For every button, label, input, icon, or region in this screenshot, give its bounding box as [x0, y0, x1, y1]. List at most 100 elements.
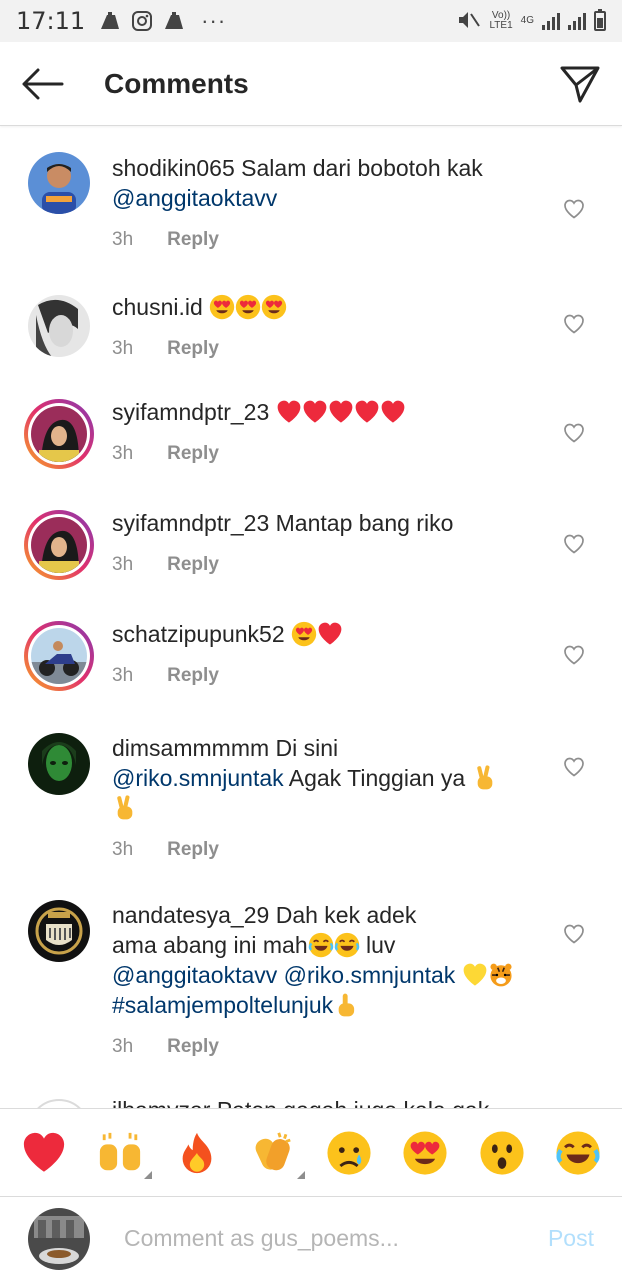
emoji-quick-bar — [0, 1108, 622, 1196]
mention-link[interactable]: @anggitaoktavv — [112, 185, 277, 211]
reply-button[interactable]: Reply — [167, 439, 219, 469]
like-heart-icon[interactable] — [562, 421, 586, 445]
heart-eyes-icon — [209, 294, 235, 320]
pointing-up-icon — [333, 992, 359, 1018]
emoji-button-fire[interactable] — [169, 1125, 225, 1181]
avatar[interactable] — [28, 733, 90, 795]
comment-text: chusni.id — [112, 292, 542, 322]
mention-link[interactable]: @riko.smnjuntak — [112, 765, 284, 791]
comment-time: 3h — [112, 443, 134, 464]
emoji-button-heart-eyes[interactable] — [397, 1125, 453, 1181]
system-icons: Vo)) LTE1 4G — [457, 9, 606, 33]
comment-username[interactable]: nandatesya_29 — [112, 902, 269, 928]
comment-body: schatzipupunk52 3h Reply — [112, 619, 542, 691]
avatar-story-ring[interactable] — [24, 621, 94, 691]
heart-eyes-icon — [402, 1130, 448, 1176]
yellow-heart-icon — [462, 962, 488, 988]
direct-share-button[interactable] — [538, 42, 622, 126]
network-type: 4G — [520, 15, 534, 26]
mention-link[interactable]: @riko.smnjuntak — [284, 962, 456, 988]
emoji-button-clapping-hands[interactable] — [245, 1125, 305, 1181]
notification-icons: ··· — [99, 8, 226, 34]
comment-meta: 3h Reply — [112, 225, 542, 255]
comment-time: 3h — [112, 229, 134, 250]
comment-body: ilhamyzar Paten gagah juga kala gak — [112, 1095, 542, 1108]
avatar — [31, 628, 87, 684]
notification-app-icon — [99, 11, 121, 31]
comment-composer: Post — [0, 1196, 622, 1280]
avatar[interactable] — [28, 152, 90, 214]
like-heart-icon[interactable] — [562, 197, 586, 221]
fire-icon — [174, 1130, 220, 1176]
header: Comments — [0, 42, 622, 126]
comment-username[interactable]: ilhamyzar — [112, 1097, 210, 1108]
clapping-hands-icon — [250, 1130, 296, 1176]
status-time: 17:11 — [16, 7, 86, 35]
comment-text: syifamndptr_23 Mantap bang riko — [112, 510, 454, 536]
red-heart-icon — [276, 399, 302, 425]
avatar[interactable] — [28, 1099, 90, 1108]
reply-button[interactable]: Reply — [167, 835, 219, 865]
signal-icon-2 — [568, 12, 586, 30]
emoji-button-crying-face[interactable] — [321, 1125, 377, 1181]
comment-username[interactable]: dimsammmmm — [112, 735, 269, 761]
like-heart-icon[interactable] — [562, 922, 586, 946]
comment-username[interactable]: shodikin065 — [112, 155, 235, 181]
red-heart-icon — [380, 399, 406, 425]
like-heart-icon[interactable] — [562, 312, 586, 336]
comment-input[interactable] — [124, 1225, 504, 1252]
emoji-button-hushed-face[interactable] — [474, 1125, 530, 1181]
skin-tone-indicator — [296, 1170, 305, 1179]
like-heart-icon[interactable] — [562, 755, 586, 779]
mention-link[interactable]: @anggitaoktavv — [112, 962, 277, 988]
victory-hand-icon — [112, 795, 138, 821]
comments-list[interactable]: shodikin065 Salam dari bobotoh kak @anggi… — [0, 127, 622, 1108]
post-button[interactable]: Post — [548, 1225, 594, 1252]
heart-eyes-icon — [235, 294, 261, 320]
raising-hands-icon — [97, 1130, 143, 1176]
hashtag-link[interactable]: #salamjempoltelunjuk — [112, 992, 333, 1018]
comment-username[interactable]: syifamndptr_23 — [112, 510, 269, 536]
reply-button[interactable]: Reply — [167, 334, 219, 364]
like-heart-icon[interactable] — [562, 643, 586, 667]
reply-button[interactable]: Reply — [167, 550, 219, 580]
avatar[interactable] — [28, 900, 90, 962]
skin-tone-indicator — [144, 1170, 153, 1179]
battery-icon — [594, 9, 606, 31]
red-heart-icon — [328, 399, 354, 425]
emoji-button-red-heart[interactable] — [16, 1125, 72, 1181]
mute-icon — [457, 10, 481, 33]
comment-time: 3h — [112, 554, 134, 575]
reply-button[interactable]: Reply — [167, 661, 219, 691]
back-button[interactable] — [0, 42, 84, 126]
emoji-button-raising-hands[interactable] — [92, 1125, 153, 1181]
avatar — [31, 406, 87, 462]
comment-username[interactable]: schatzipupunk52 — [112, 621, 285, 647]
comment-text: dimsammmmm Di sini @riko.smnjuntak Agak T… — [112, 733, 542, 823]
comment-meta: 3h Reply — [112, 661, 542, 691]
comment-username[interactable]: syifamndptr_23 — [112, 399, 269, 425]
comment-meta: 3h Reply — [112, 1032, 542, 1062]
comment-body: shodikin065 Salam dari bobotoh kak @anggi… — [112, 153, 542, 255]
like-heart-icon[interactable] — [562, 532, 586, 556]
reply-button[interactable]: Reply — [167, 225, 219, 255]
victory-hand-icon — [472, 765, 498, 791]
emoji-button-joy[interactable] — [550, 1125, 606, 1181]
status-bar: 17:11 ··· Vo)) LTE1 4G — [0, 0, 622, 42]
tiger-face-icon — [488, 962, 514, 988]
avatar[interactable] — [28, 295, 90, 357]
comment-meta: 3h Reply — [112, 550, 542, 580]
arrow-left-icon — [22, 68, 64, 99]
avatar-story-ring[interactable] — [24, 510, 94, 580]
joy-icon — [334, 932, 360, 958]
comment-username[interactable]: chusni.id — [112, 294, 203, 320]
volte-indicator: Vo)) LTE1 — [489, 10, 513, 31]
heart-eyes-icon — [291, 621, 317, 647]
avatar-story-ring[interactable] — [24, 399, 94, 469]
comment-text: ilhamyzar Paten gagah juga kala gak — [112, 1095, 542, 1108]
reply-button[interactable]: Reply — [167, 1032, 219, 1062]
comment-meta: 3h Reply — [112, 334, 542, 364]
comment-time: 3h — [112, 839, 134, 860]
red-heart-icon — [354, 399, 380, 425]
comment-body: syifamndptr_23 3h Reply — [112, 397, 542, 469]
